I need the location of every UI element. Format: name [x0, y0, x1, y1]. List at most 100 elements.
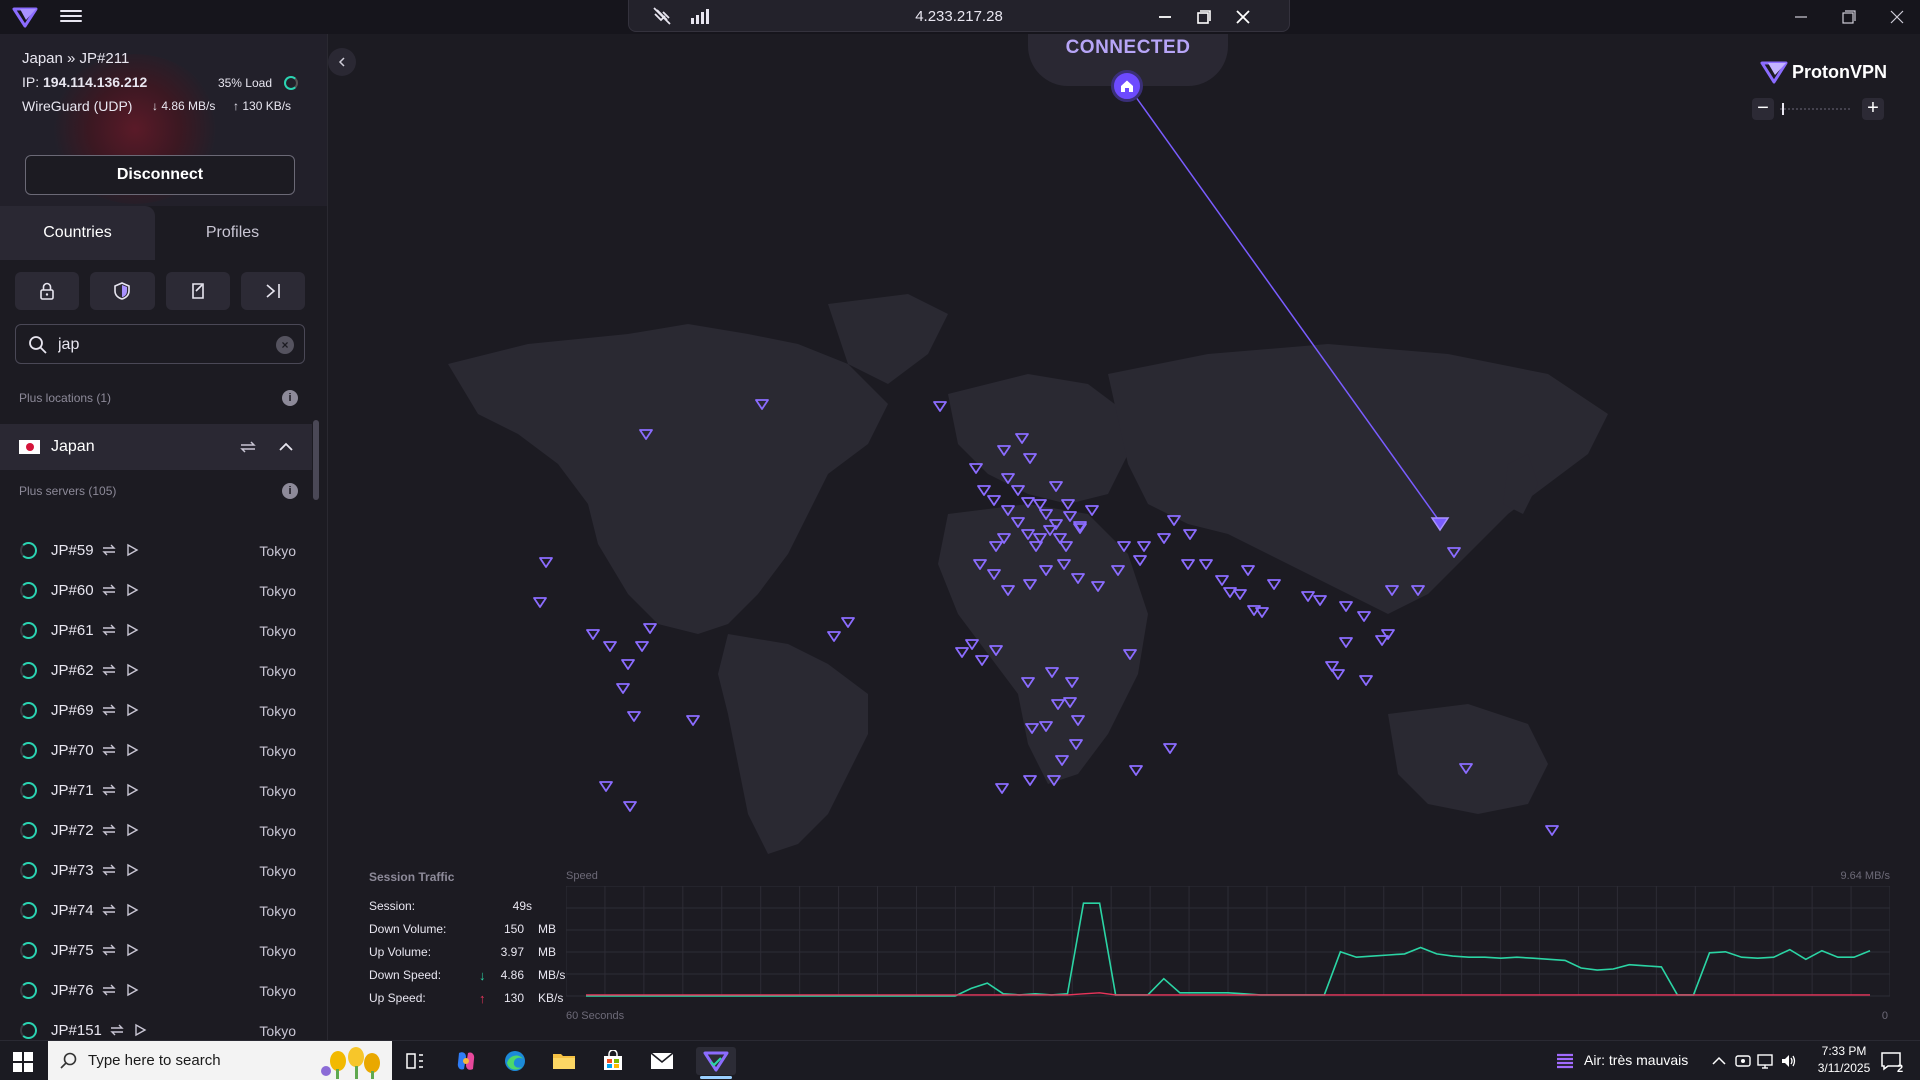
network-icon[interactable] — [1756, 1052, 1774, 1070]
copilot-button[interactable] — [451, 1047, 481, 1075]
server-marker[interactable] — [975, 655, 989, 666]
server-marker[interactable] — [1199, 559, 1213, 570]
p2p-icon[interactable] — [101, 863, 117, 877]
server-marker[interactable] — [1137, 541, 1151, 552]
streaming-play-icon[interactable] — [124, 903, 140, 917]
volume-icon[interactable] — [1780, 1052, 1798, 1070]
zoom-in-button[interactable]: + — [1862, 98, 1884, 120]
p2p-icon[interactable] — [101, 783, 117, 797]
server-row[interactable]: JP#73 Tokyo — [0, 850, 312, 890]
window-minimize-button[interactable] — [1786, 4, 1816, 30]
inner-restore-button[interactable] — [1189, 4, 1219, 30]
streaming-play-icon[interactable] — [124, 583, 140, 597]
server-marker[interactable] — [1233, 589, 1247, 600]
clock-time[interactable]: 7:33 PM — [1814, 1044, 1874, 1058]
p2p-icon[interactable] — [101, 823, 117, 837]
server-row[interactable]: JP#60 Tokyo — [0, 570, 312, 610]
server-marker[interactable] — [627, 711, 641, 722]
window-restore-button[interactable] — [1834, 4, 1864, 30]
streaming-play-icon[interactable] — [124, 543, 140, 557]
server-row[interactable]: JP#59 Tokyo — [0, 530, 312, 570]
p2p-icon[interactable] — [101, 743, 117, 757]
streaming-play-icon[interactable] — [124, 703, 140, 717]
air-quality-text[interactable]: Air: très mauvais — [1584, 1052, 1688, 1068]
p2p-icon[interactable] — [101, 903, 117, 917]
server-marker[interactable] — [933, 401, 947, 412]
server-marker[interactable] — [1359, 675, 1373, 686]
filter-tor-button[interactable] — [240, 272, 305, 310]
server-marker[interactable] — [616, 683, 630, 694]
server-marker[interactable] — [987, 495, 1001, 506]
home-location-icon[interactable] — [1111, 70, 1143, 102]
sidebar-scrollbar[interactable] — [313, 420, 319, 500]
server-marker[interactable] — [533, 597, 547, 608]
streaming-play-icon[interactable] — [124, 983, 140, 997]
tab-profiles[interactable]: Profiles — [155, 206, 310, 260]
server-marker[interactable] — [1133, 555, 1147, 566]
netshield-off-icon[interactable] — [651, 6, 673, 26]
p2p-icon[interactable] — [101, 983, 117, 997]
server-marker[interactable] — [1339, 637, 1353, 648]
chevron-up-icon[interactable] — [1710, 1052, 1728, 1070]
chevron-up-icon[interactable] — [276, 438, 296, 456]
p2p-icon[interactable] — [101, 703, 117, 717]
streaming-play-icon[interactable] — [132, 1023, 148, 1037]
protonvpn-taskbar-button[interactable] — [696, 1047, 736, 1079]
filter-p2p-button[interactable] — [165, 272, 230, 310]
streaming-play-icon[interactable] — [124, 743, 140, 757]
streaming-play-icon[interactable] — [124, 783, 140, 797]
server-marker[interactable] — [955, 647, 969, 658]
server-marker[interactable] — [1331, 669, 1345, 680]
edge-browser-button[interactable] — [500, 1047, 530, 1075]
task-view-button[interactable] — [400, 1047, 430, 1075]
taskbar-search[interactable]: Type here to search — [48, 1041, 392, 1080]
server-marker[interactable] — [1163, 743, 1177, 754]
zoom-out-button[interactable]: − — [1752, 98, 1774, 120]
info-icon[interactable]: i — [282, 483, 298, 499]
server-marker[interactable] — [623, 801, 637, 812]
server-marker[interactable] — [1157, 533, 1171, 544]
server-marker[interactable] — [827, 631, 841, 642]
server-row[interactable]: JP#76 Tokyo — [0, 970, 312, 1010]
server-row[interactable]: JP#74 Tokyo — [0, 890, 312, 930]
server-marker[interactable] — [1181, 559, 1195, 570]
server-marker[interactable] — [1215, 575, 1229, 586]
mail-button[interactable] — [647, 1047, 677, 1075]
streaming-play-icon[interactable] — [124, 943, 140, 957]
info-icon[interactable]: i — [282, 390, 298, 406]
server-marker[interactable] — [1545, 825, 1559, 836]
server-row[interactable]: JP#75 Tokyo — [0, 930, 312, 970]
server-marker[interactable] — [1085, 505, 1099, 516]
filter-secure-core-button[interactable] — [15, 272, 80, 310]
server-marker[interactable] — [1167, 515, 1181, 526]
server-marker[interactable] — [539, 557, 553, 568]
clear-search-icon[interactable]: × — [276, 336, 294, 354]
server-marker[interactable] — [1183, 529, 1197, 540]
server-row[interactable]: JP#71 Tokyo — [0, 770, 312, 810]
server-marker[interactable] — [1255, 607, 1269, 618]
server-marker[interactable] — [621, 659, 635, 670]
server-marker[interactable] — [599, 781, 613, 792]
zoom-track[interactable] — [1780, 108, 1850, 110]
server-marker[interactable] — [1241, 565, 1255, 576]
server-marker[interactable] — [841, 617, 855, 628]
server-row[interactable]: JP#62 Tokyo — [0, 650, 312, 690]
server-marker[interactable] — [1339, 601, 1353, 612]
signal-strength-icon[interactable] — [689, 6, 711, 26]
reconnect-icon[interactable] — [238, 438, 258, 456]
server-row[interactable]: JP#72 Tokyo — [0, 810, 312, 850]
streaming-play-icon[interactable] — [124, 663, 140, 677]
streaming-play-icon[interactable] — [124, 823, 140, 837]
server-marker[interactable] — [635, 641, 649, 652]
air-quality-icon[interactable] — [1554, 1050, 1576, 1072]
server-marker[interactable] — [1301, 591, 1315, 602]
meet-now-icon[interactable] — [1734, 1052, 1752, 1070]
streaming-play-icon[interactable] — [124, 863, 140, 877]
server-marker[interactable] — [603, 641, 617, 652]
window-close-button[interactable] — [1882, 4, 1912, 30]
inner-close-button[interactable] — [1228, 4, 1258, 30]
p2p-icon[interactable] — [109, 1023, 125, 1037]
server-marker[interactable] — [1381, 629, 1395, 640]
filter-netshield-button[interactable] — [90, 272, 155, 310]
file-explorer-button[interactable] — [549, 1047, 579, 1075]
